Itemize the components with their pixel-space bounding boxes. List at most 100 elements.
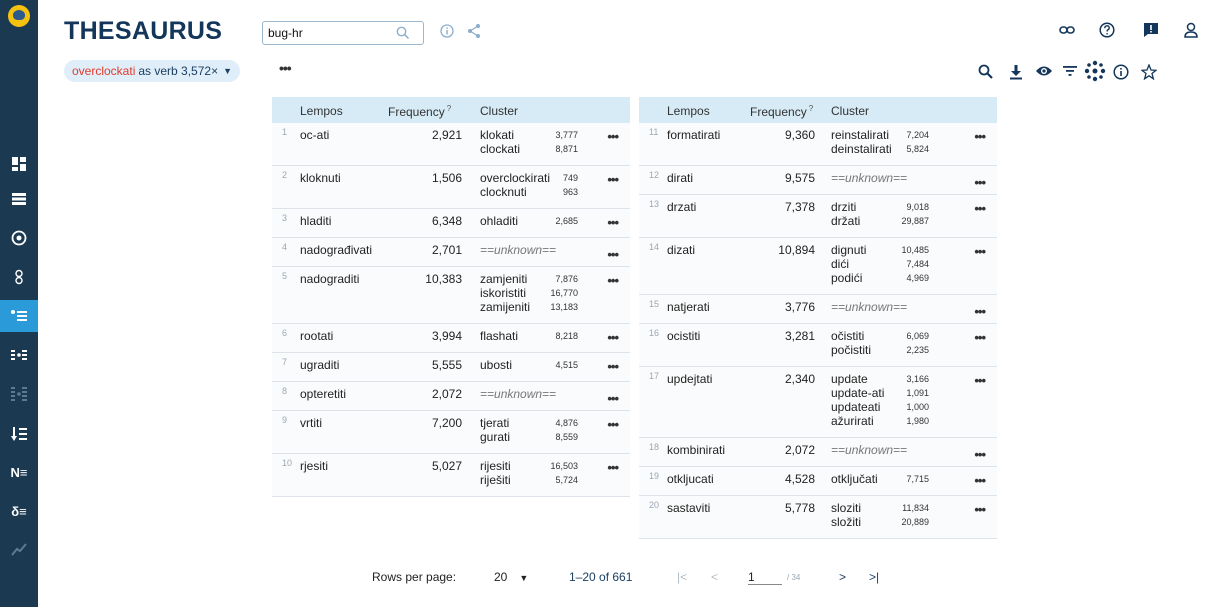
app-logo[interactable] <box>8 5 30 27</box>
cluster-item[interactable]: počistiti 2,235 <box>831 343 941 357</box>
row-more-button[interactable]: ••• <box>974 330 986 345</box>
lemma-link[interactable]: opteretiti <box>300 387 346 401</box>
info-icon[interactable] <box>440 24 454 38</box>
filter-chip[interactable]: overclockati as verb 3,572× ▼ <box>64 60 241 82</box>
table-row[interactable]: 12 dirati 9,575 ==unknown== ••• <box>639 166 997 195</box>
table-row[interactable]: 11 formatirati 9,360 reinstalirati 7,204 dein… <box>639 123 997 166</box>
thesaurus-icon[interactable] <box>0 300 38 332</box>
feedback-icon[interactable] <box>1143 22 1159 38</box>
lemma-link[interactable]: ocistiti <box>667 329 700 343</box>
row-more-button[interactable]: ••• <box>974 502 986 517</box>
lemma-link[interactable]: ugraditi <box>300 358 339 372</box>
table-row[interactable]: 1 oc-ati 2,921 klokati 3,777 clockati 8,871 ••• <box>272 123 630 166</box>
table-row[interactable]: 6 rootati 3,994 flashati 8,218 ••• <box>272 324 630 353</box>
lemma-link[interactable]: dirati <box>667 171 693 185</box>
sort-icon[interactable] <box>0 418 38 450</box>
cluster-item[interactable]: flashati 8,218 <box>480 329 590 343</box>
lemma-link[interactable]: sastaviti <box>667 501 710 515</box>
lemma-link[interactable]: nadograditi <box>300 272 359 286</box>
row-more-button[interactable]: ••• <box>607 215 619 230</box>
cluster-item[interactable]: otključati 7,715 <box>831 472 941 486</box>
list-icon[interactable] <box>0 183 38 215</box>
row-more-button[interactable]: ••• <box>974 373 986 388</box>
table-row[interactable]: 13 drzati 7,378 drziti 9,018 držati 29,887 ••• <box>639 195 997 238</box>
cluster-item[interactable]: iskoristiti 16,770 <box>480 286 590 300</box>
trends-icon[interactable] <box>0 533 38 565</box>
table-row[interactable]: 20 sastaviti 5,778 sloziti 11,834 složiti 20,8… <box>639 496 997 539</box>
table-row[interactable]: 7 ugraditi 5,555 ubosti 4,515 ••• <box>272 353 630 382</box>
lemma-link[interactable]: hladiti <box>300 214 331 228</box>
cluster-item[interactable]: klokati 3,777 <box>480 128 590 142</box>
cluster-item[interactable]: ubosti 4,515 <box>480 358 590 372</box>
cluster-item[interactable]: zamjeniti 7,876 <box>480 272 590 286</box>
cluster-item[interactable]: dići 7,484 <box>831 257 941 271</box>
cluster-item[interactable]: riješiti 5,724 <box>480 473 590 487</box>
eye-icon[interactable] <box>1035 64 1053 78</box>
col-lempos[interactable]: Lempos <box>667 104 710 118</box>
cluster-item[interactable]: sloziti 11,834 <box>831 501 941 515</box>
star-icon[interactable] <box>1141 64 1157 80</box>
search-input[interactable] <box>268 25 388 41</box>
lemma-link[interactable]: updejtati <box>667 372 712 386</box>
more-options-button[interactable]: ••• <box>279 60 292 76</box>
table-row[interactable]: 9 vrtiti 7,200 tjerati 4,876 gurati 8,559 ••• <box>272 411 630 454</box>
cluster-item[interactable]: složiti 20,889 <box>831 515 941 529</box>
lemma-link[interactable]: drzati <box>667 200 696 214</box>
col-cluster[interactable]: Cluster <box>831 104 869 118</box>
table-row[interactable]: 19 otkljucati 4,528 otključati 7,715 ••• <box>639 467 997 496</box>
row-more-button[interactable]: ••• <box>607 330 619 345</box>
app-title[interactable]: THESAURUS <box>64 17 222 46</box>
cluster-item[interactable]: ažurirati 1,980 <box>831 414 941 428</box>
table-row[interactable]: 18 kombinirati 2,072 ==unknown== ••• <box>639 438 997 467</box>
rows-per-page-select[interactable]: 20 ▼ <box>494 570 528 584</box>
search-icon[interactable] <box>396 26 410 40</box>
table-row[interactable]: 8 opteretiti 2,072 ==unknown== ••• <box>272 382 630 411</box>
help-icon[interactable] <box>1099 22 1115 38</box>
col-lempos[interactable]: Lempos <box>300 104 343 118</box>
lemma-link[interactable]: natjerati <box>667 300 710 314</box>
table-row[interactable]: 10 rjesiti 5,027 rijesiti 16,503 riješiti 5,72… <box>272 454 630 497</box>
ngram-icon[interactable]: N≡ <box>0 456 38 488</box>
row-more-button[interactable]: ••• <box>607 460 619 475</box>
cluster-item[interactable]: drziti 9,018 <box>831 200 941 214</box>
filter-icon[interactable] <box>1062 64 1078 78</box>
previous-page-button[interactable]: < <box>711 570 718 584</box>
lemma-link[interactable]: dizati <box>667 243 695 257</box>
row-more-button[interactable]: ••• <box>974 175 986 190</box>
table-row[interactable]: 16 ocistiti 3,281 očistiti 6,069 počistiti 2,2… <box>639 324 997 367</box>
last-page-button[interactable]: >| <box>869 570 879 584</box>
frequency-help-icon[interactable]: ? <box>447 104 451 113</box>
compare-multi-icon[interactable] <box>0 378 38 410</box>
cluster-item[interactable]: dignuti 10,485 <box>831 243 941 257</box>
lemma-link[interactable]: rjesiti <box>300 459 328 473</box>
lemma-link[interactable]: vrtiti <box>300 416 322 430</box>
cluster-item[interactable]: držati 29,887 <box>831 214 941 228</box>
row-more-button[interactable]: ••• <box>974 473 986 488</box>
table-row[interactable]: 17 updejtati 2,340 update 3,166 update-ati 1,0… <box>639 367 997 438</box>
lemma-link[interactable]: kombinirati <box>667 443 725 457</box>
cluster-item[interactable]: updateati 1,000 <box>831 400 941 414</box>
cluster-item[interactable]: očistiti 6,069 <box>831 329 941 343</box>
table-row[interactable]: 15 natjerati 3,776 ==unknown== ••• <box>639 295 997 324</box>
col-frequency[interactable]: Frequency? <box>388 104 451 119</box>
table-row[interactable]: 2 kloknuti 1,506 overclockirati 749 clocknuti… <box>272 166 630 209</box>
lemma-link[interactable]: oc-ati <box>300 128 329 142</box>
row-more-button[interactable]: ••• <box>607 273 619 288</box>
next-page-button[interactable]: > <box>839 570 846 584</box>
col-frequency[interactable]: Frequency? <box>750 104 813 119</box>
cluster-item[interactable]: deinstalirati 5,824 <box>831 142 941 156</box>
frequency-help-icon[interactable]: ? <box>809 104 813 113</box>
sketch-diff-icon[interactable]: δ≡ <box>0 495 38 527</box>
row-more-button[interactable]: ••• <box>974 304 986 319</box>
table-row[interactable]: 3 hladiti 6,348 ohladiti 2,685 ••• <box>272 209 630 238</box>
first-page-button[interactable]: |< <box>677 570 687 584</box>
cluster-item[interactable]: clockati 8,871 <box>480 142 590 156</box>
page-number-input[interactable]: 1 <box>748 570 782 585</box>
circle-dot-icon[interactable] <box>0 222 38 254</box>
lemma-link[interactable]: nadograđivati <box>300 243 372 257</box>
row-more-button[interactable]: ••• <box>607 417 619 432</box>
cluster-item[interactable]: zamijeniti 13,183 <box>480 300 590 314</box>
user-icon[interactable] <box>1184 22 1198 38</box>
table-row[interactable]: 5 nadograditi 10,383 zamjeniti 7,876 iskorist… <box>272 267 630 324</box>
col-cluster[interactable]: Cluster <box>480 104 518 118</box>
